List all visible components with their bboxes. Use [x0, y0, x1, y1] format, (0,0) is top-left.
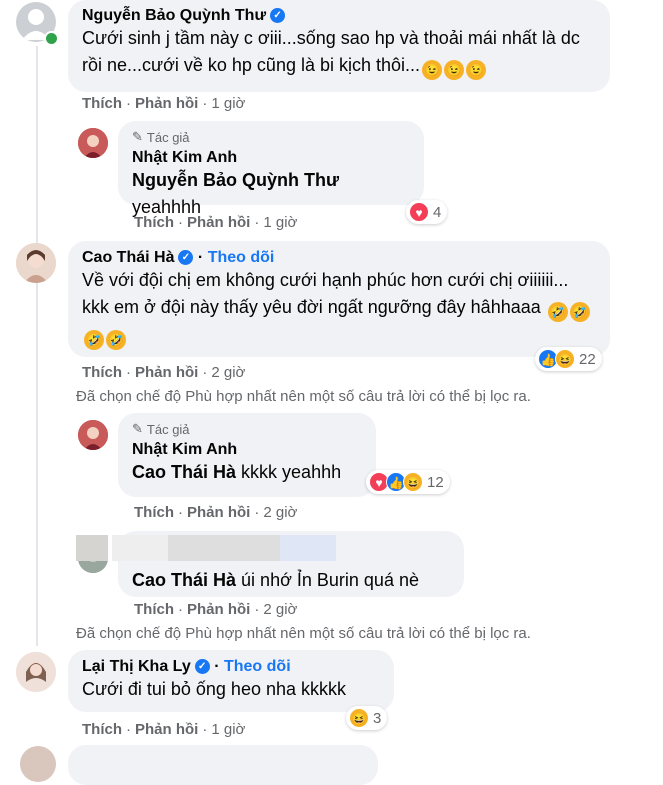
reply-action[interactable]: Phản hồi: [135, 95, 198, 112]
like-action[interactable]: Thích: [134, 214, 174, 231]
wink-emoji-icon: 😉: [444, 60, 465, 80]
comment-time[interactable]: 1 giờ: [211, 95, 245, 112]
comment-actions: Thích · Phản hồi · 2 giờ: [134, 504, 298, 521]
comment-actions: Thích · Phản hồi · 2 giờ: [134, 601, 298, 618]
follow-link[interactable]: Theo dõi: [224, 658, 291, 675]
filter-note: Đã chọn chế độ Phù hợp nhất nên một số c…: [76, 625, 531, 642]
avatar-partial[interactable]: [20, 746, 56, 782]
like-action[interactable]: Thích: [134, 504, 174, 521]
comment-bubble: Cao Thái Hà ✓ · Theo dõi Về với đội chị e…: [68, 241, 610, 357]
haha-reaction-icon: 😆: [349, 708, 369, 728]
comment-actions: Thích · Phản hồi · 1 giờ: [82, 721, 246, 738]
commenter-name[interactable]: Nhật Kim Anh: [132, 149, 410, 167]
verified-badge-icon: ✓: [270, 8, 286, 24]
comment-time[interactable]: 1 giờ: [211, 721, 245, 738]
commenter-name[interactable]: Lại Thị Kha Ly ✓ · Theo dõi: [82, 658, 380, 676]
like-action[interactable]: Thích: [82, 364, 122, 381]
reply-action[interactable]: Phản hồi: [187, 601, 250, 618]
comment-actions: Thích · Phản hồi · 2 giờ: [82, 364, 246, 381]
redacted-name-block: [280, 535, 336, 561]
comment-actions: Thích · Phản hồi · 1 giờ: [134, 214, 298, 231]
follow-link[interactable]: Theo dõi: [208, 249, 275, 266]
profile-photo-icon: [78, 420, 108, 450]
wink-emoji-icon: 😉: [466, 60, 487, 80]
verified-badge-icon: ✓: [178, 250, 194, 266]
avatar-nhat-kim-anh[interactable]: [78, 128, 108, 158]
avatar-nhat-kim-anh[interactable]: [78, 420, 108, 450]
comment-bubble: Lại Thị Kha Ly ✓ · Theo dõi Cưới đi tui b…: [68, 650, 394, 712]
pencil-icon: ✎: [132, 421, 143, 436]
reply-action[interactable]: Phản hồi: [135, 364, 198, 381]
like-action[interactable]: Thích: [134, 601, 174, 618]
profile-photo-icon: [16, 652, 56, 692]
rofl-emoji-icon: 🤣: [569, 302, 590, 322]
rofl-emoji-icon: 🤣: [106, 330, 126, 350]
like-action[interactable]: Thích: [82, 95, 122, 112]
commenter-name[interactable]: Nhật Kim Anh: [132, 441, 362, 459]
reaction-summary[interactable]: ♥ 4: [406, 200, 448, 224]
profile-photo-icon: [16, 243, 56, 283]
comment-text: Cưới đi tui bỏ ống heo nha kkkkk: [82, 679, 346, 699]
filter-note: Đã chọn chế độ Phù hợp nhất nên một số c…: [76, 388, 531, 405]
comment-time[interactable]: 2 giờ: [263, 601, 297, 618]
mention-link[interactable]: Nguyễn Bảo Quỳnh Thư: [132, 170, 339, 190]
like-action[interactable]: Thích: [82, 721, 122, 738]
comment-text: Về với đội chị em không cưới hạnh phúc h…: [82, 267, 596, 350]
haha-reaction-icon: 😆: [555, 349, 575, 369]
author-badge: ✎ Tác giả: [132, 421, 190, 437]
pencil-icon: ✎: [132, 129, 143, 144]
redacted-name-block: [168, 535, 280, 561]
comment-bubble-partial: [68, 745, 378, 785]
comment-time[interactable]: 1 giờ: [263, 214, 297, 231]
reaction-summary[interactable]: 👍 😆 22: [535, 347, 602, 371]
rofl-emoji-icon: 🤣: [84, 330, 104, 350]
comment-actions: Thích · Phản hồi · 1 giờ: [82, 95, 246, 112]
comment-time[interactable]: 2 giờ: [211, 364, 245, 381]
comment-bubble: Nguyễn Bảo Quỳnh Thư ✓ Cưới sinh j tầm nà…: [68, 0, 610, 92]
avatar-cao-thai-ha[interactable]: [16, 243, 56, 283]
comment-text: Nguyễn Bảo Quỳnh Thư yeahhhh: [132, 170, 340, 217]
love-reaction-icon: ♥: [409, 202, 429, 222]
reply-bubble: ✎ Tác giả Nhật Kim Anh Cao Thái Hà kkkk y…: [118, 413, 376, 497]
author-badge: ✎ Tác giả: [132, 129, 190, 145]
commenter-name[interactable]: Cao Thái Hà ✓ · Theo dõi: [82, 249, 596, 267]
reply-action[interactable]: Phản hồi: [135, 721, 198, 738]
verified-badge-icon: ✓: [194, 659, 210, 675]
reply-action[interactable]: Phản hồi: [187, 504, 250, 521]
thread-line: [36, 46, 38, 646]
mention-link[interactable]: Cao Thái Hà: [132, 462, 236, 482]
redacted-name-block: [76, 535, 108, 561]
comment-text: Cưới sinh j tầm này c ơiii...sống sao hp…: [82, 25, 596, 80]
comment-text: Cao Thái Hà úi nhớ Ỉn Burin quá nè: [132, 570, 419, 590]
haha-reaction-icon: 😆: [403, 472, 423, 492]
commenter-name[interactable]: Nguyễn Bảo Quỳnh Thư ✓: [82, 7, 596, 25]
reply-bubble: ✎ Tác giả Nhật Kim Anh Nguyễn Bảo Quỳnh T…: [118, 121, 424, 217]
wink-emoji-icon: 😉: [422, 60, 443, 80]
avatar-lai-thi-kha-ly[interactable]: [16, 652, 56, 692]
reply-action[interactable]: Phản hồi: [187, 214, 250, 231]
mention-link[interactable]: Cao Thái Hà: [132, 570, 236, 590]
rofl-emoji-icon: 🤣: [547, 302, 568, 322]
reaction-summary[interactable]: ♥ 👍 😆 12: [366, 470, 450, 494]
comment-text: Cao Thái Hà kkkk yeahhh: [132, 462, 342, 482]
reaction-summary[interactable]: 😆 3: [346, 706, 388, 730]
redacted-name-block: [112, 535, 168, 561]
profile-photo-icon: [78, 128, 108, 158]
online-status-dot: [44, 31, 59, 46]
comment-time[interactable]: 2 giờ: [263, 504, 297, 521]
